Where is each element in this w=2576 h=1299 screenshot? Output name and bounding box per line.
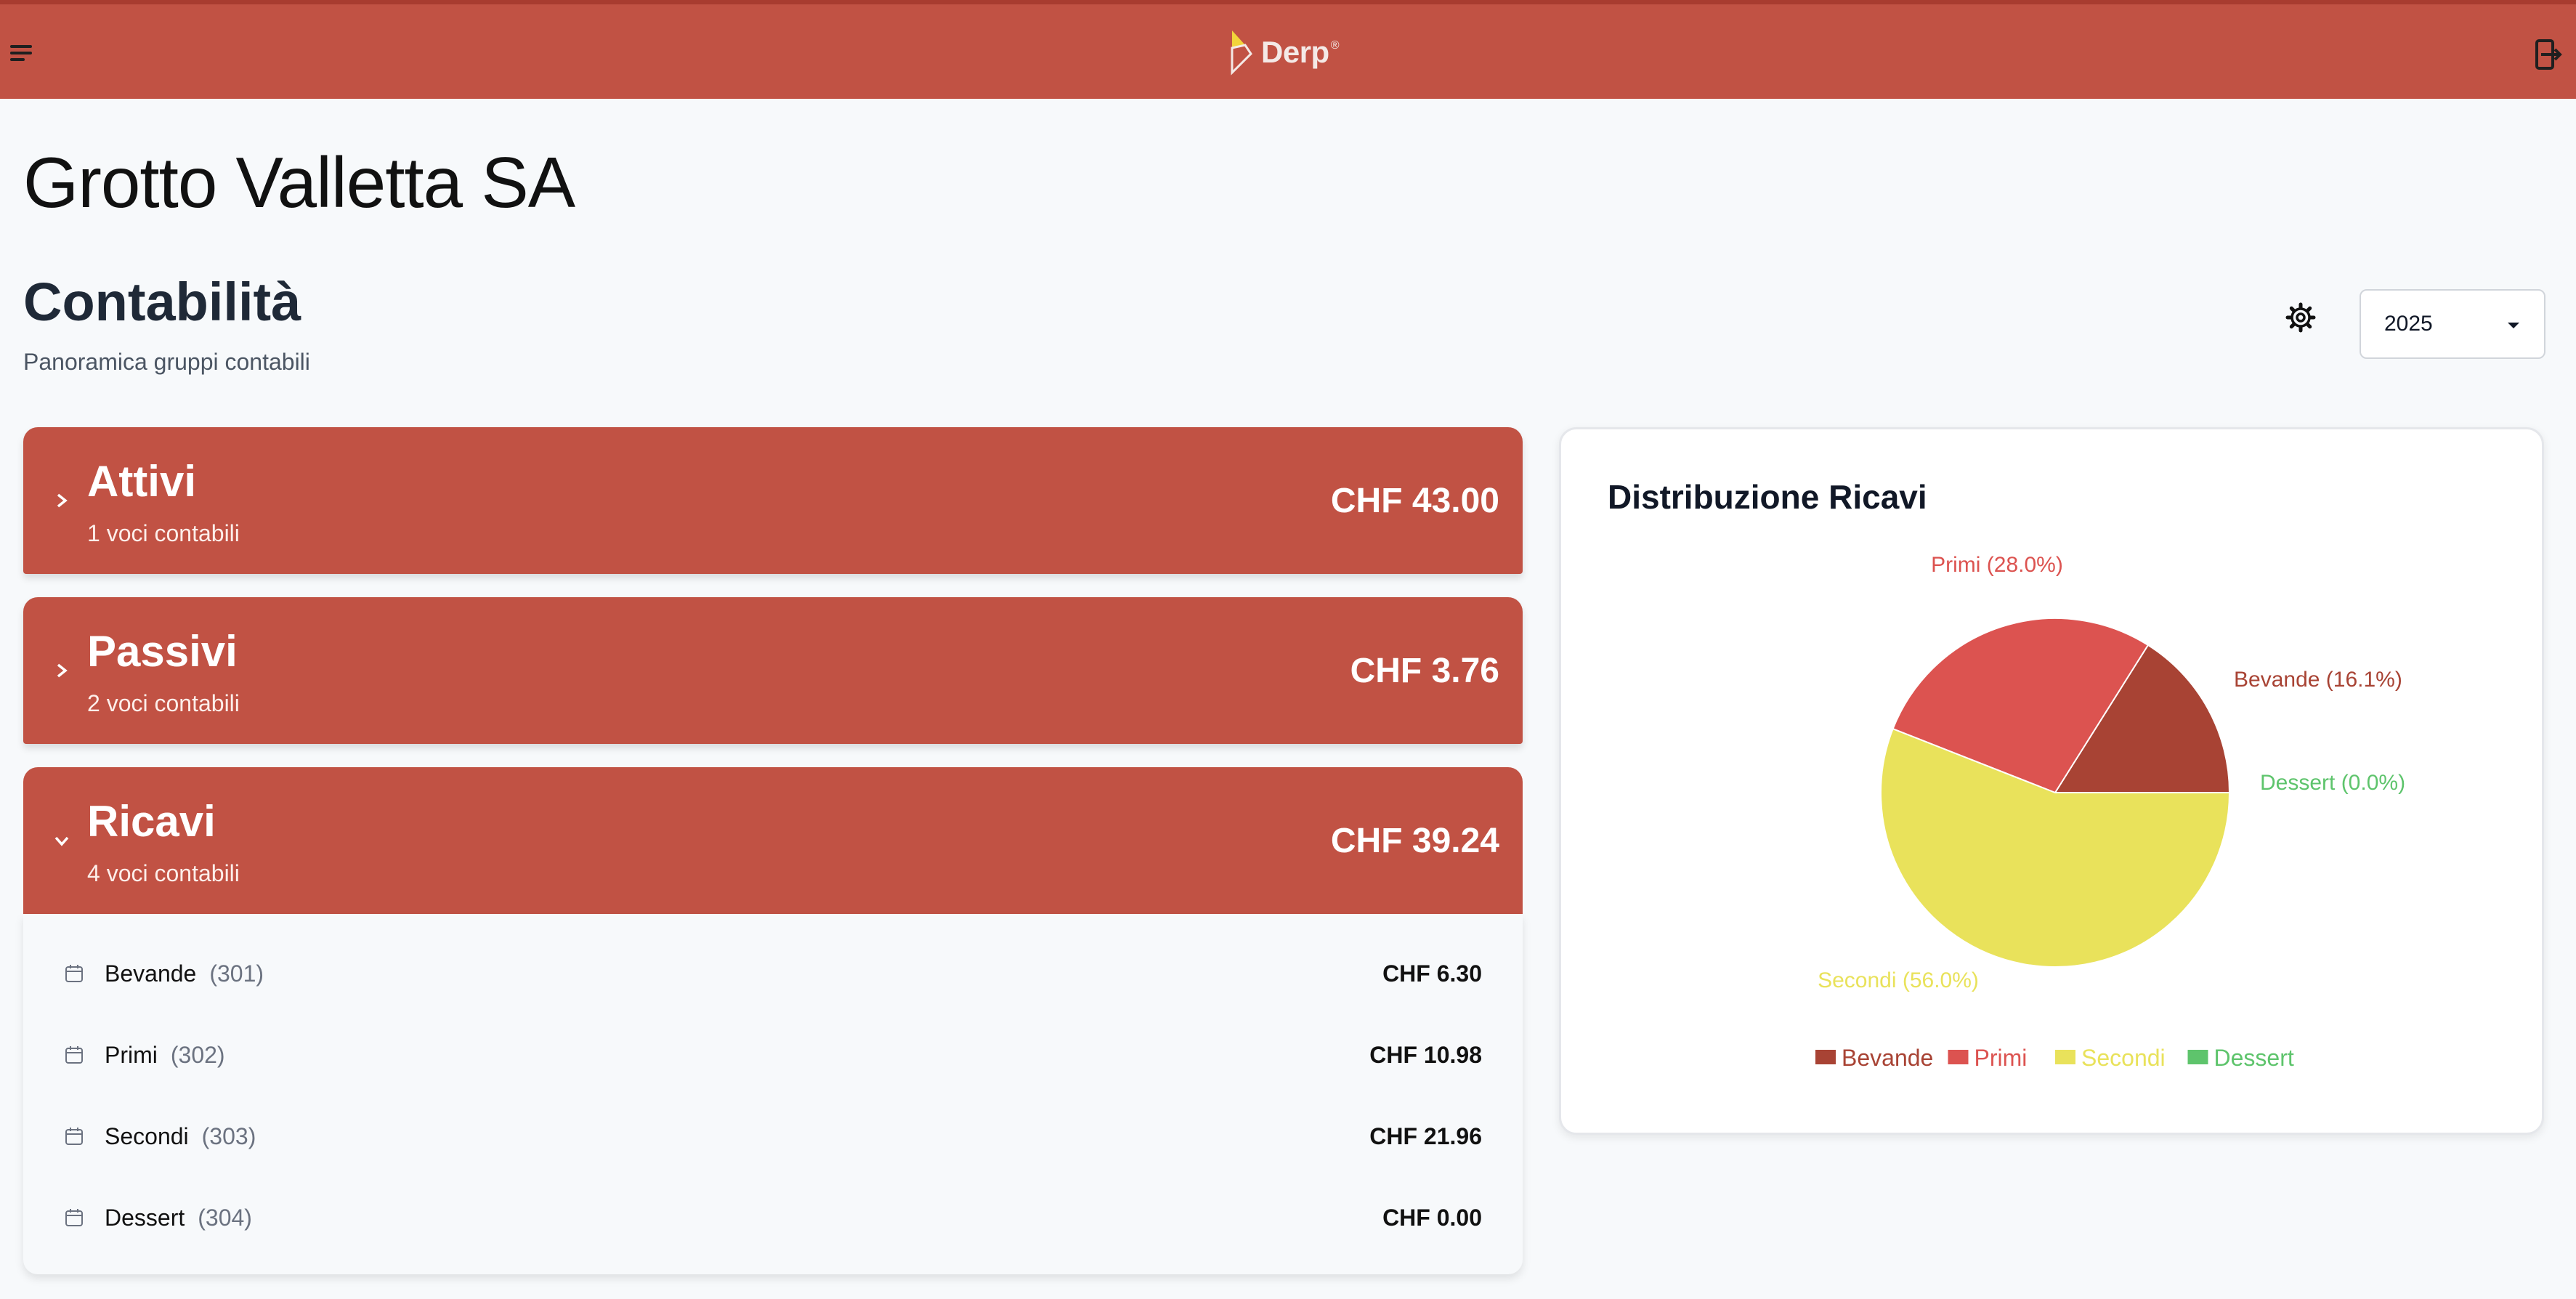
- item-code: (301): [209, 960, 264, 987]
- chevron-down-icon: [54, 836, 69, 846]
- group-card-passivi[interactable]: Passivi 2 voci contabili CHF 3.76: [23, 597, 1523, 744]
- legend-swatch: [2187, 1050, 2208, 1064]
- year-select[interactable]: 2025: [2360, 289, 2545, 359]
- group-name: Passivi: [87, 627, 238, 676]
- group-amount: CHF 3.76: [1350, 652, 1499, 690]
- gear-icon[interactable]: [2285, 302, 2316, 333]
- legend-item-bevande[interactable]: Bevande: [1815, 1045, 1933, 1071]
- list-item-secondi[interactable]: Secondi (303) CHF 21.96: [23, 1096, 1523, 1177]
- calendar-icon: [65, 1209, 83, 1226]
- slice-label-bevande: Bevande (16.1%): [2234, 668, 2402, 692]
- item-amount: CHF 21.96: [1369, 1122, 1482, 1149]
- derp-logo-icon: [1231, 31, 1252, 76]
- group-card-ricavi[interactable]: Ricavi 4 voci contabili CHF 39.24: [23, 767, 1523, 914]
- item-name: Bevande (301): [105, 960, 264, 987]
- company-name: Grotto Valletta SA: [23, 142, 575, 222]
- page-subtitle: Panoramica gruppi contabili: [23, 349, 310, 375]
- item-code: (302): [170, 1041, 225, 1068]
- item-amount: CHF 10.98: [1369, 1041, 1482, 1068]
- legend-item-dessert[interactable]: Dessert: [2187, 1045, 2294, 1071]
- group-count: 4 voci contabili: [87, 860, 240, 886]
- item-code: (303): [201, 1122, 256, 1149]
- item-label: Secondi: [105, 1122, 189, 1149]
- item-label: Bevande: [105, 960, 197, 987]
- revenue-pie-chart: Bevande (16.1%) Primi (28.0%) Secondi (56.…: [1815, 553, 2405, 1071]
- legend-label: Bevande: [1842, 1045, 1933, 1071]
- chevron-right-icon: [57, 493, 68, 508]
- item-name: Dessert (304): [105, 1205, 252, 1231]
- logo-text: Derp: [1261, 35, 1329, 69]
- legend-item-secondi[interactable]: Secondi: [2055, 1045, 2166, 1071]
- revenue-chart-card: Distribuzione Ricavi Bevande (16.1%) Prim…: [1559, 427, 2544, 1135]
- calendar-icon: [65, 1128, 83, 1145]
- logout-door-icon[interactable]: [2531, 38, 2563, 71]
- hamburger-menu-icon[interactable]: [10, 42, 35, 64]
- item-amount: CHF 0.00: [1382, 1204, 1482, 1231]
- group-card-attivi[interactable]: Attivi 1 voci contabili CHF 43.00: [23, 427, 1523, 574]
- page-title: Contabilità: [23, 272, 301, 332]
- slice-label-primi: Primi (28.0%): [1931, 553, 2063, 577]
- group-name: Attivi: [87, 457, 196, 506]
- list-item-primi[interactable]: Primi (302) CHF 10.98: [23, 1014, 1523, 1096]
- item-name: Secondi (303): [105, 1123, 256, 1150]
- legend-label: Secondi: [2081, 1045, 2166, 1071]
- item-label: Primi: [105, 1041, 158, 1068]
- slice-label-dessert: Dessert (0.0%): [2260, 771, 2405, 795]
- legend-swatch: [1815, 1050, 1836, 1064]
- top-bar: Derp ®: [0, 0, 2576, 99]
- ricavi-items-list: Bevande (301) CHF 6.30 Primi (302) CHF 10.…: [23, 914, 1523, 1274]
- group-count: 2 voci contabili: [87, 690, 240, 716]
- legend-label: Primi: [1974, 1045, 2028, 1071]
- item-label: Dessert: [105, 1204, 185, 1231]
- legend-item-primi[interactable]: Primi: [1948, 1045, 2028, 1071]
- chevron-right-icon: [57, 663, 68, 678]
- logo-registered-mark: ®: [1330, 39, 1340, 52]
- item-name: Primi (302): [105, 1042, 225, 1069]
- group-name: Ricavi: [87, 797, 216, 846]
- group-count: 1 voci contabili: [87, 520, 240, 546]
- item-code: (304): [198, 1204, 252, 1231]
- calendar-icon: [65, 965, 83, 982]
- list-item-bevande[interactable]: Bevande (301) CHF 6.30: [23, 933, 1523, 1014]
- item-amount: CHF 6.30: [1382, 960, 1482, 987]
- group-amount: CHF 39.24: [1330, 822, 1499, 860]
- group-amount: CHF 43.00: [1330, 482, 1499, 520]
- app-logo[interactable]: Derp ®: [1229, 29, 1340, 76]
- legend-swatch: [2055, 1050, 2075, 1064]
- legend-label: Dessert: [2214, 1045, 2294, 1071]
- list-item-dessert[interactable]: Dessert (304) CHF 0.00: [23, 1177, 1523, 1258]
- calendar-icon: [65, 1046, 83, 1064]
- legend-swatch: [1948, 1050, 1969, 1064]
- year-select-value: 2025: [2384, 312, 2433, 336]
- caret-down-icon: [2508, 323, 2519, 328]
- slice-label-secondi: Secondi (56.0%): [1818, 968, 1979, 992]
